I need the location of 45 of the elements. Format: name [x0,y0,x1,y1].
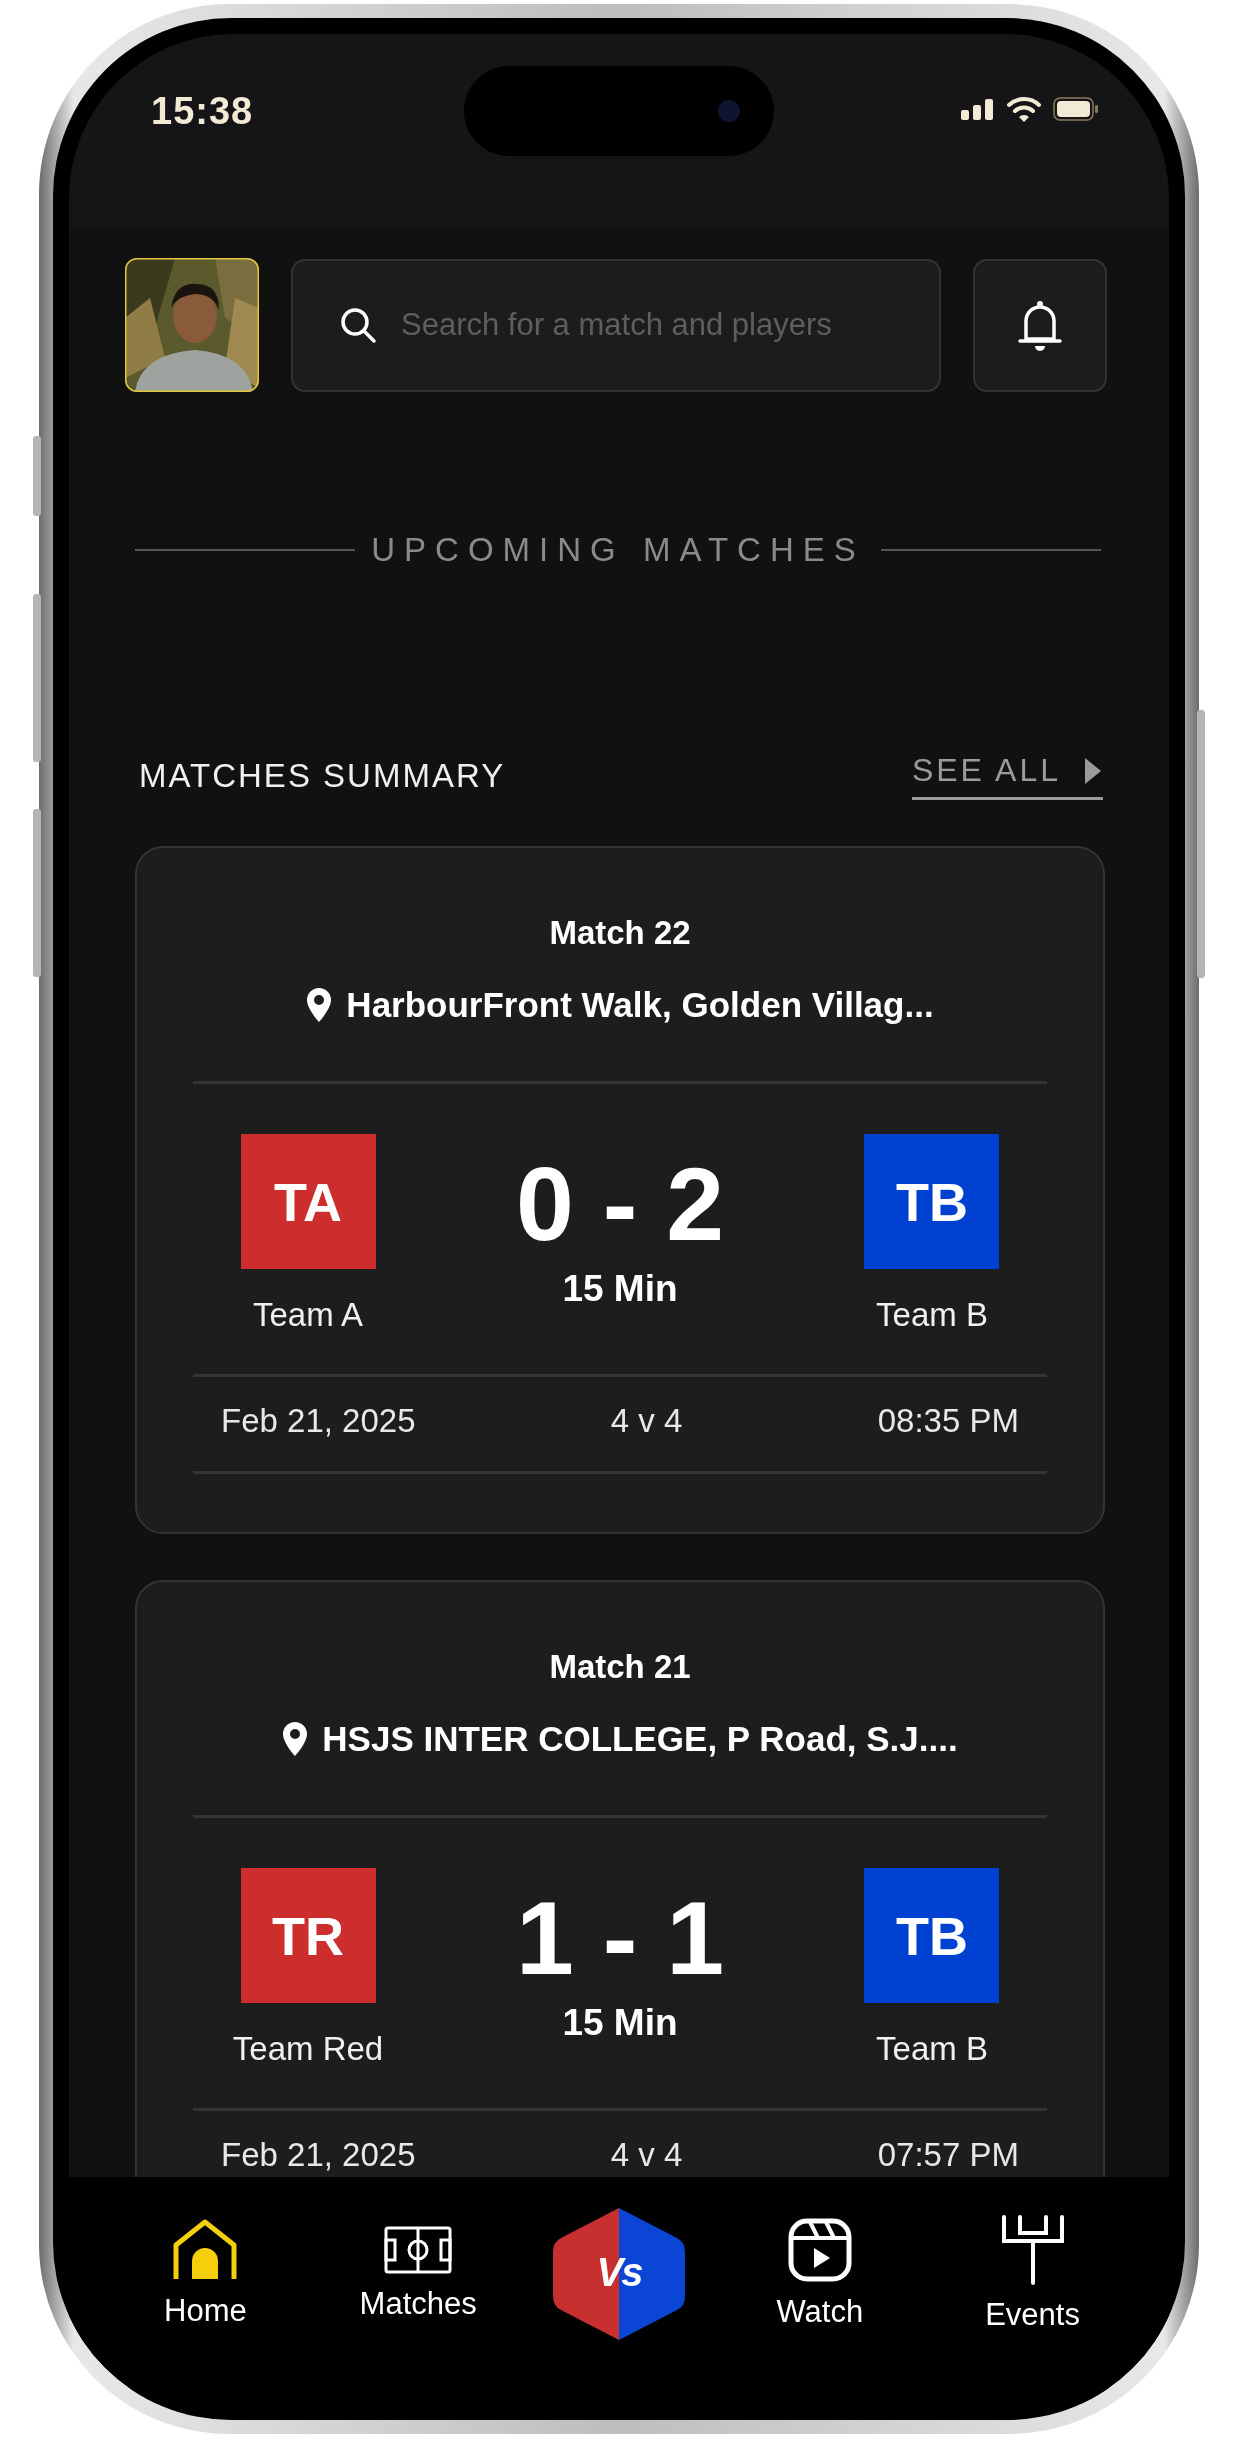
nav-tab[interactable]: Matches [338,2225,499,2322]
team-name: Team A [252,1296,364,1334]
battery-icon [1053,97,1099,121]
search-icon [339,305,377,344]
pitch-icon [384,2225,453,2274]
section-title: UPCOMING MATCHES [371,531,865,569]
location-pin-icon [306,987,333,1023]
caret-icon [1083,755,1103,786]
wifi-icon [1007,96,1041,122]
section-title: MATCHES SUMMARY [139,757,506,795]
goalpost-icon [999,2214,1066,2285]
match-time: 07:57 PM [877,2136,1019,2174]
team-name: Team Red [232,2030,384,2068]
team-logo: TB [864,1868,1000,2003]
team-logo: TB [864,1134,1000,1269]
match-score: 1 - 1 [515,1886,725,1990]
match-score: 0 - 2 [515,1152,725,1256]
match-date: Feb 21, 2025 [221,1402,416,1440]
team-name: Team B [876,1296,988,1334]
match-duration: 15 Min [562,1268,678,1310]
match-card[interactable]: Match 22 HarbourFront Walk, Golden Villag... TA Team A 0 - 2 15 Min TB Team B Feb 21, 2025 4 v 4 08:35 PM [135,846,1105,1534]
see-all-link[interactable]: SEE ALL [911,752,1103,800]
search-field[interactable]: Search for a match and players [291,258,941,392]
team-logo: TR [240,1868,376,2003]
home-icon [172,2218,239,2281]
match-card[interactable]: Match 21 HSJS INTER COLLEGE, P Road, S.J.... TR Team Red 1 - 1 15 Min TB Team B Feb 21, 2025 4 v 4 07:57 PM [135,1580,1105,2177]
team-logo: TA [240,1134,376,1269]
notification-button[interactable] [973,258,1107,392]
match-time: 08:35 PM [877,1402,1019,1440]
match-format: 4 v 4 [610,1402,683,1440]
team-name: Team B [876,2030,988,2068]
match-format: 4 v 4 [610,2136,683,2174]
nav-tab[interactable]: Watch [739,2217,900,2330]
nav-tab[interactable]: Events [952,2214,1113,2333]
nav-tab[interactable]: Home [125,2218,286,2329]
match-title: Match 21 [548,1648,692,1686]
match-title: Match 22 [548,914,692,952]
match-date: Feb 21, 2025 [221,2136,416,2174]
status-time: 15:38 [151,90,254,133]
location-pin-icon [282,1721,309,1757]
match-location: HarbourFront Walk, Golden Villag... [346,985,934,1025]
match-duration: 15 Min [562,2002,678,2044]
signal-icon [961,98,995,120]
match-location: HSJS INTER COLLEGE, P Road, S.J.... [322,1719,958,1759]
video-icon [787,2217,852,2282]
